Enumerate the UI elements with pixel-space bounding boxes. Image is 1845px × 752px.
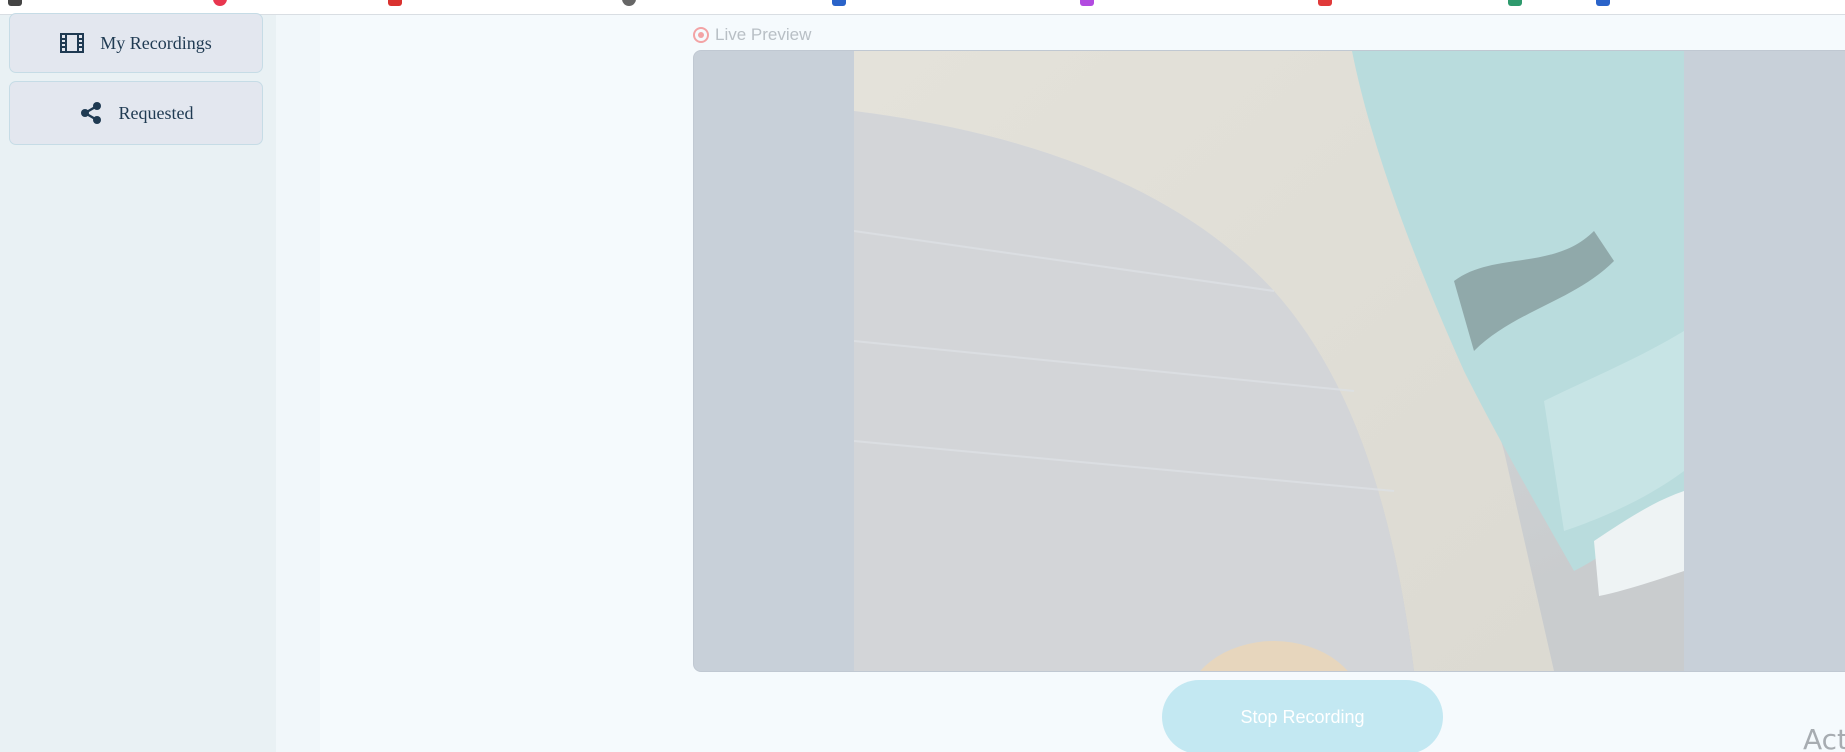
camera-image [854,51,1684,671]
record-icon [693,27,709,43]
bookmark-icon[interactable] [1080,0,1094,6]
bookmarks-bar [0,0,1845,15]
film-icon [60,33,85,53]
globe-icon[interactable] [622,0,636,6]
live-preview-text: Live Preview [715,25,812,44]
video-preview [693,50,1845,672]
bookmark-icon[interactable] [1508,0,1522,6]
stop-recording-button[interactable]: Stop Recording [1162,680,1443,752]
bookmark-icon[interactable] [388,0,402,6]
bookmark-icon[interactable] [1596,0,1610,6]
sidebar: My Recordings Requested [0,13,276,752]
bookmark-icon[interactable] [8,0,22,6]
sidebar-item-requested[interactable]: Requested [9,81,263,145]
live-preview-label: Live Preview [693,25,811,45]
content-gutter [276,15,320,752]
main-content: Live Preview Stop Recording Act [320,15,1845,752]
camera-feed [854,51,1684,671]
sidebar-item-label: Requested [118,102,194,123]
activation-watermark: Activate Windows [1803,723,1845,752]
sidebar-item-label: My Recordings [100,32,212,53]
app-window: My Recordings Requested Live Preview Sto… [0,0,1845,752]
share-icon [79,101,103,125]
bookmark-icon[interactable] [1318,0,1332,6]
sidebar-item-my-recordings[interactable]: My Recordings [9,13,263,73]
bookmark-icon[interactable] [832,0,846,6]
bookmark-icon[interactable] [213,0,227,6]
